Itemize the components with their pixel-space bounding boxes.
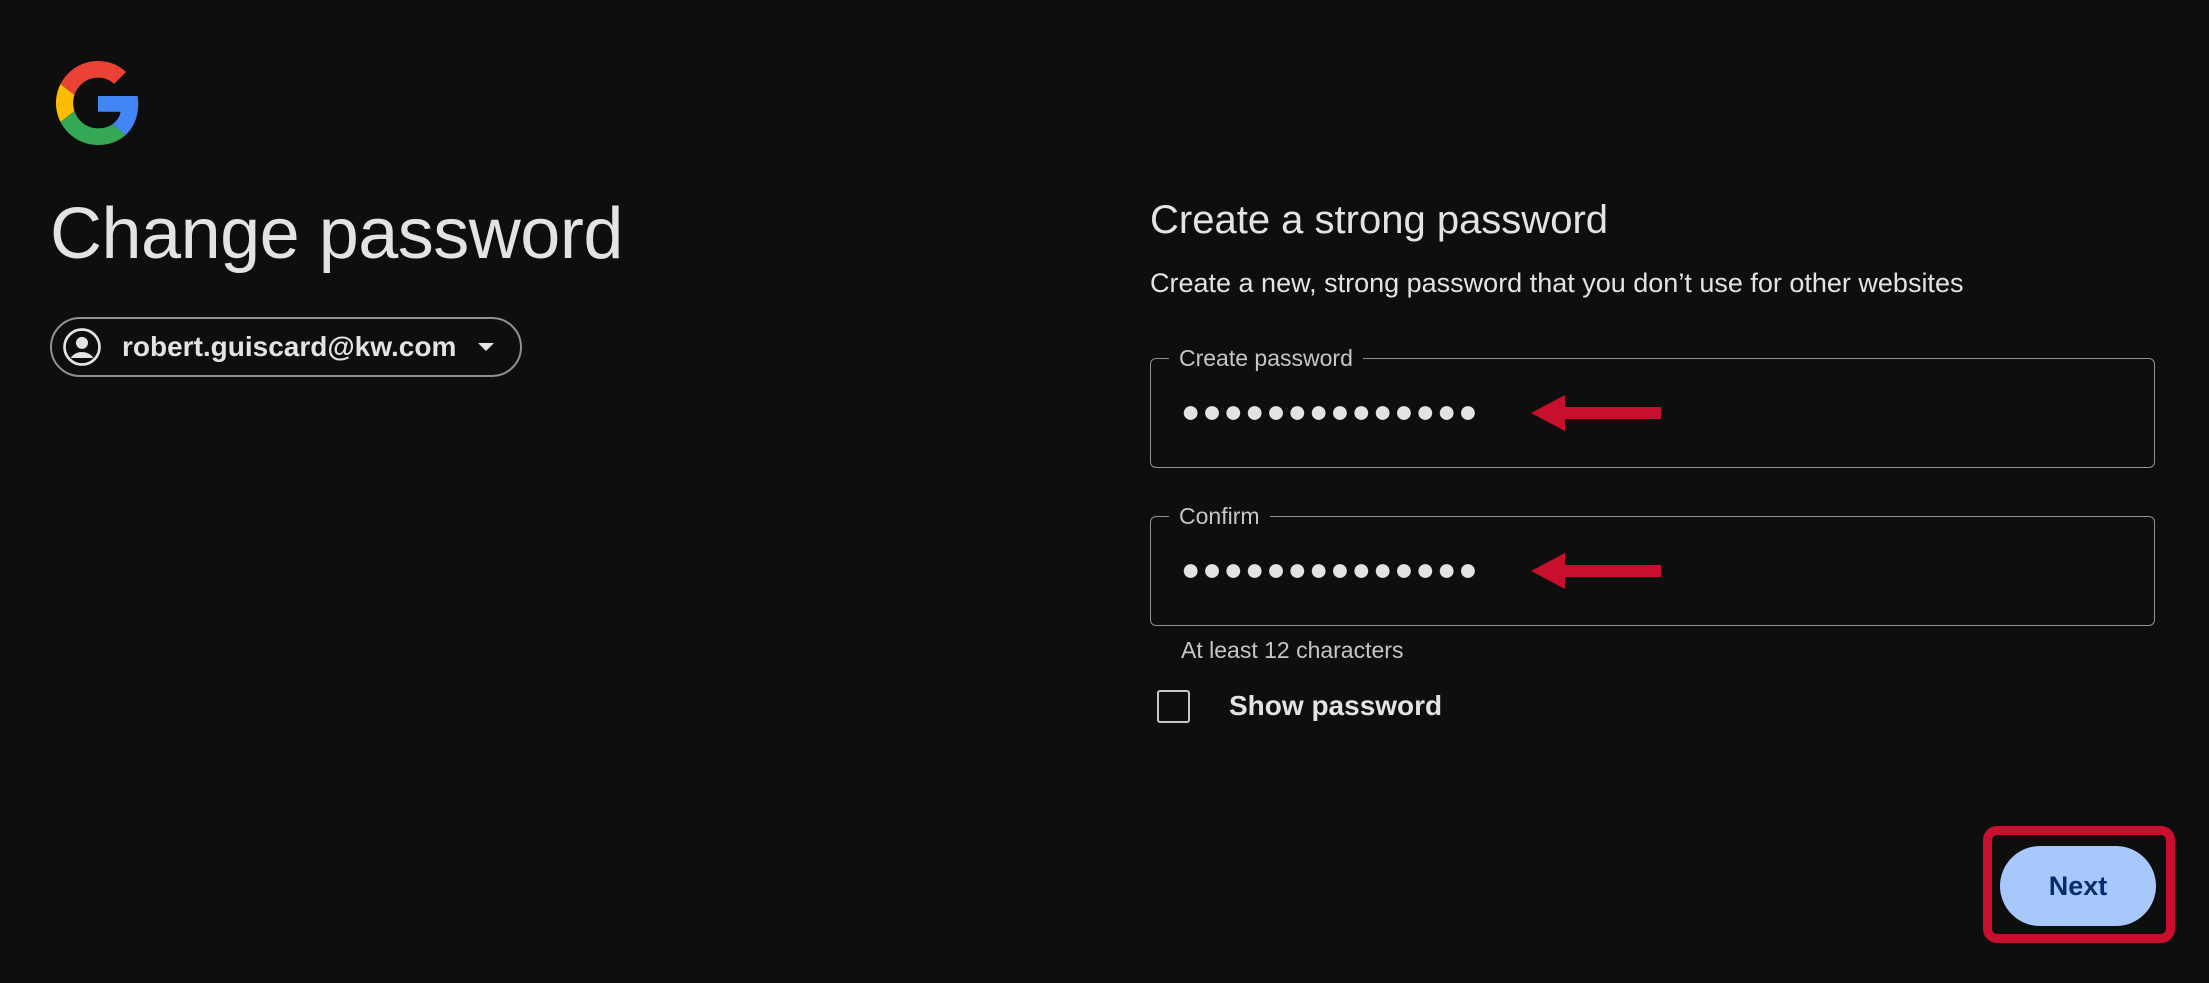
account-email: robert.guiscard@kw.com [122, 331, 457, 362]
confirm-password-value: ●●●●●●●●●●●●●● [1181, 551, 1480, 587]
confirm-password-field[interactable]: Confirm ●●●●●●●●●●●●●● [1150, 503, 2155, 626]
page-title: Change password [50, 194, 623, 274]
red-arrow-left-icon [1531, 553, 1661, 589]
account-chip[interactable]: robert.guiscard@kw.com [50, 317, 523, 377]
confirm-password-label: Confirm [1169, 503, 1270, 529]
google-logo-icon [56, 61, 139, 145]
caret-down-icon [478, 343, 495, 351]
password-hint: At least 12 characters [1181, 637, 1404, 663]
section-description: Create a new, strong password that you d… [1150, 268, 1964, 298]
create-password-value: ●●●●●●●●●●●●●● [1181, 393, 1480, 429]
create-password-label: Create password [1169, 345, 1363, 371]
account-circle-icon [63, 328, 101, 366]
section-title: Create a strong password [1150, 198, 1609, 242]
show-password-checkbox[interactable] [1157, 690, 1190, 723]
show-password-label[interactable]: Show password [1229, 689, 1442, 723]
red-arrow-left-icon [1531, 395, 1661, 431]
next-button[interactable]: Next [2000, 846, 2156, 926]
create-password-field[interactable]: Create password ●●●●●●●●●●●●●● [1150, 345, 2155, 468]
